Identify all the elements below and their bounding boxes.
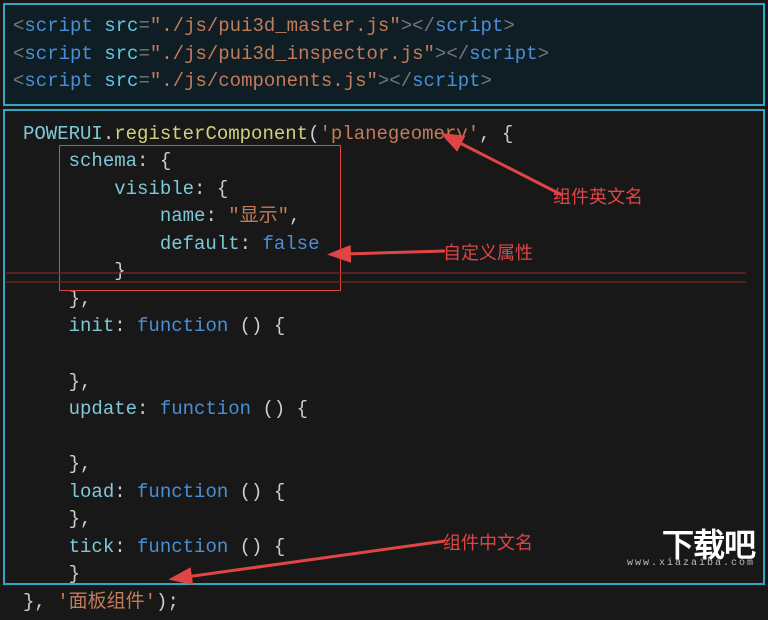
code-line: },: [23, 451, 753, 479]
code-line: [23, 424, 753, 452]
component-chinese-name: 面板组件: [69, 591, 145, 613]
watermark-logo: 下载吧 www.xiazaiba.com: [627, 520, 755, 577]
logo-url: www.xiazaiba.com: [627, 558, 755, 569]
script-line: <script src="./js/components.js"></scrip…: [13, 68, 763, 96]
script-line: <script src="./js/pui3d_master.js"></scr…: [13, 13, 763, 41]
script-src: ./js/pui3d_master.js: [161, 15, 389, 37]
code-line: POWERUI.registerComponent('planegeomery'…: [23, 121, 753, 149]
code-line: init: function () {: [23, 313, 753, 341]
annotation-custom-attr: 自定义属性: [443, 239, 533, 265]
code-line: update: function () {: [23, 396, 753, 424]
code-line: default: false: [23, 231, 753, 259]
script-src: ./js/components.js: [161, 70, 366, 92]
code-line: [23, 341, 753, 369]
script-src: ./js/pui3d_inspector.js: [161, 43, 423, 65]
script-line: <script src="./js/pui3d_inspector.js"></…: [13, 41, 763, 69]
component-code-panel: POWERUI.registerComponent('planegeomery'…: [3, 109, 765, 585]
code-line: load: function () {: [23, 479, 753, 507]
script-includes-panel: <script src="./js/pui3d_master.js"></scr…: [3, 3, 765, 106]
code-line: name: "显示",: [23, 203, 753, 231]
annotation-cn-name: 组件中文名: [443, 529, 533, 555]
code-line: schema: {: [23, 148, 753, 176]
code-line: },: [23, 369, 753, 397]
code-line: },: [23, 286, 753, 314]
code-line: }, '面板组件');: [23, 589, 753, 617]
code-line: visible: {: [23, 176, 753, 204]
annotation-en-name: 组件英文名: [553, 183, 643, 209]
component-english-name: planegeomery: [331, 123, 468, 145]
code-line: }: [23, 258, 753, 286]
